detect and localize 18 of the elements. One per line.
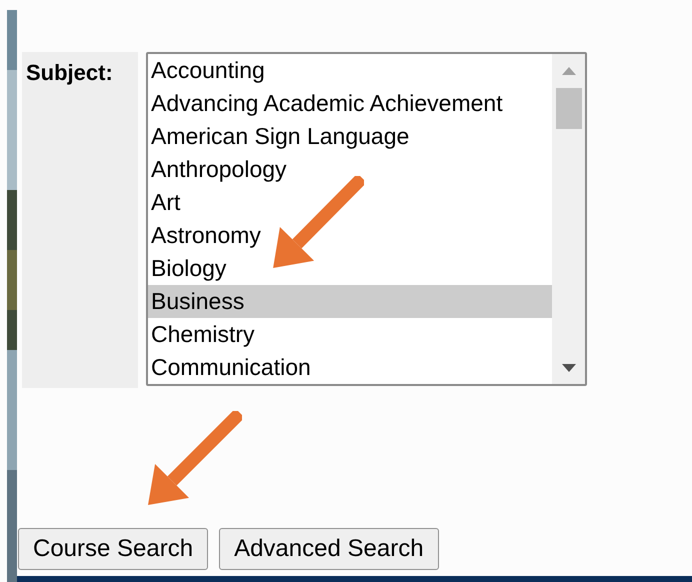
- subject-option[interactable]: Chemistry: [148, 318, 552, 351]
- search-button[interactable]: Course Search: [18, 528, 208, 570]
- scroll-up-icon[interactable]: [562, 67, 576, 75]
- scroll-down-icon[interactable]: [562, 364, 576, 372]
- scrollbar[interactable]: [552, 54, 585, 384]
- subject-option[interactable]: Anthropology: [148, 153, 552, 186]
- subject-option[interactable]: Advancing Academic Achievement: [148, 87, 552, 120]
- subject-option[interactable]: Biology: [148, 252, 552, 285]
- subject-option[interactable]: Communication: [148, 351, 552, 384]
- subject-option[interactable]: Business: [148, 285, 552, 318]
- subject-listbox[interactable]: Accounting Advancing Academic Achievement American Sign Language Anthropology Art Astronomy Biology Business Chemistry Communication: [146, 52, 587, 386]
- scroll-thumb[interactable]: [556, 88, 582, 129]
- subject-option[interactable]: Accounting: [148, 54, 552, 87]
- subject-option[interactable]: Art: [148, 186, 552, 219]
- search-button[interactable]: Advanced Search: [219, 528, 439, 570]
- subject-option[interactable]: Astronomy: [148, 219, 552, 252]
- subject-option[interactable]: American Sign Language: [148, 120, 552, 153]
- subject-label: Subject:: [26, 60, 113, 85]
